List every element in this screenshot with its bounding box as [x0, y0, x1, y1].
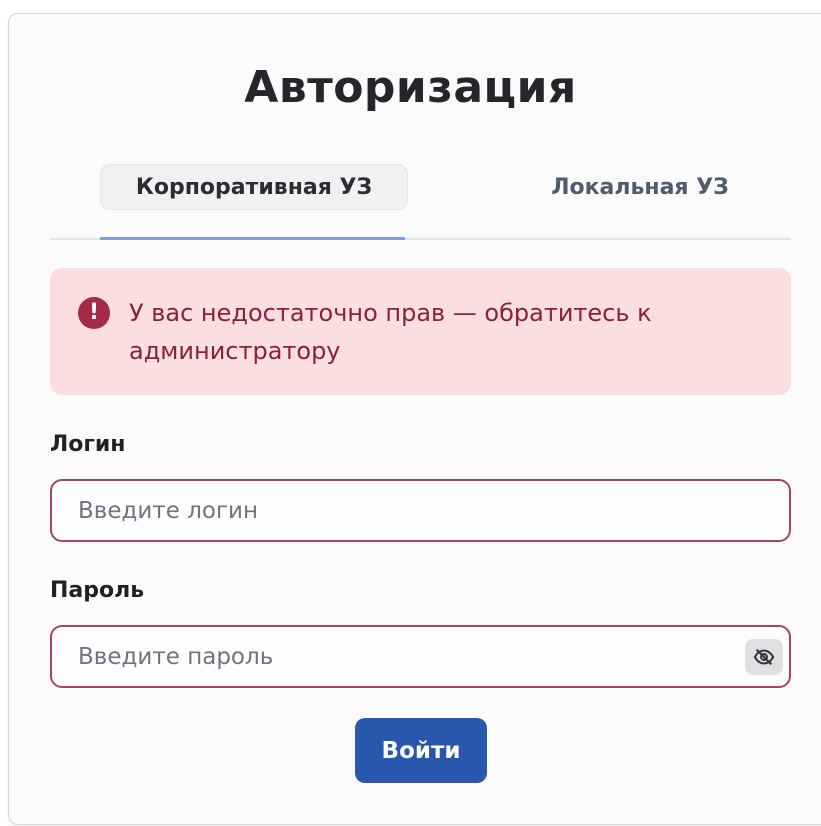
auth-tabs: Корпоративная УЗ Локальная УЗ — [50, 162, 791, 240]
login-input[interactable] — [78, 481, 718, 540]
password-field-wrapper — [50, 625, 791, 688]
error-alert-message: У вас недостаточно прав — обратитесь к а… — [129, 299, 652, 365]
exclamation-circle-icon: ! — [78, 297, 110, 329]
eye-off-icon — [753, 648, 775, 666]
tab-local-account[interactable]: Локальная УЗ — [490, 164, 790, 210]
login-card — [8, 13, 821, 825]
login-submit-button[interactable]: Войти — [355, 718, 487, 783]
login-label: Логин — [50, 432, 126, 457]
error-alert: ! У вас недостаточно прав — обратитесь к… — [50, 268, 791, 395]
tab-corporate-account[interactable]: Корпоративная УЗ — [100, 164, 408, 210]
password-label: Пароль — [50, 578, 145, 603]
login-field-wrapper — [50, 479, 791, 542]
password-input[interactable] — [78, 627, 718, 686]
active-tab-indicator — [100, 237, 405, 240]
toggle-password-visibility-button[interactable] — [745, 639, 783, 675]
page-title: Авторизация — [244, 62, 577, 113]
